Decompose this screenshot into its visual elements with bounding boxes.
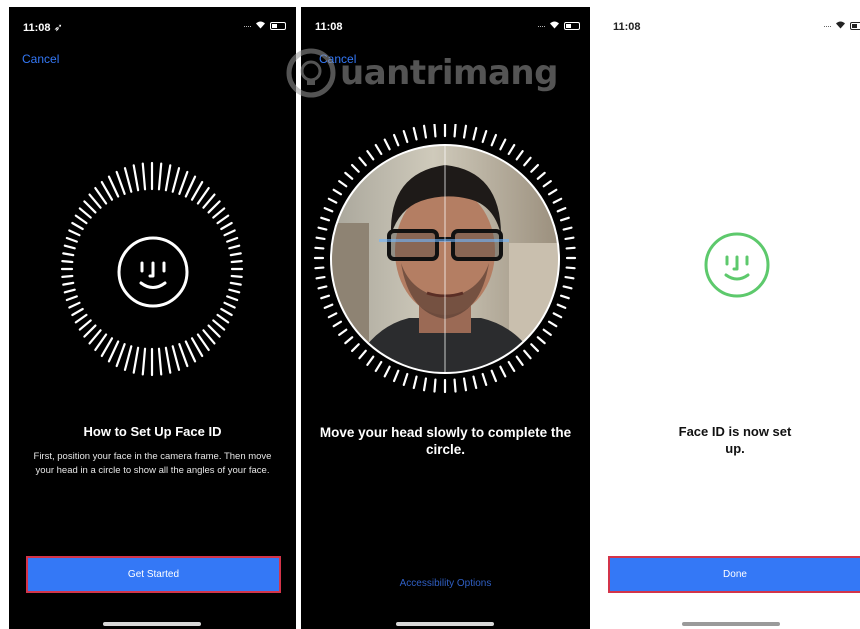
battery-icon	[850, 21, 860, 30]
panel-divider	[296, 7, 301, 629]
status-time: 11:08	[315, 21, 343, 33]
cancel-button[interactable]: Cancel	[22, 52, 59, 66]
get-started-button[interactable]: Get Started	[26, 556, 281, 593]
watermark-text: uantrimang	[340, 53, 558, 93]
status-icons: ····	[537, 20, 580, 31]
done-button[interactable]: Done	[608, 556, 860, 593]
page-title: How to Set Up Face ID	[83, 424, 222, 439]
status-icons: ····	[823, 20, 860, 31]
screen-face-id-intro: 11:08 ➶ ···· Cancel How to Set Up Face I…	[9, 7, 296, 629]
signal-icon: ····	[243, 20, 252, 31]
wifi-icon	[835, 20, 846, 31]
home-indicator	[103, 622, 201, 626]
home-indicator	[396, 622, 494, 626]
accessibility-options-link[interactable]: Accessibility Options	[301, 578, 590, 589]
screen-face-scan: 11:08 ···· Cancel Move your head slowly …	[301, 7, 590, 629]
instruction-text: First, position your face in the camera …	[33, 451, 272, 476]
page-title: Face ID is now set up.	[678, 424, 792, 456]
home-indicator	[682, 622, 780, 626]
wifi-icon	[255, 20, 266, 31]
status-icons: ····	[243, 20, 286, 31]
watermark: uantrimang	[286, 48, 558, 98]
wifi-icon	[549, 20, 560, 31]
page-title: Move your head slowly to complete the ci…	[319, 425, 572, 457]
screen-face-id-complete: 11:08 ···· Face ID is now set up. Done	[596, 7, 860, 629]
signal-icon: ····	[537, 20, 546, 31]
camera-face-preview	[330, 144, 560, 374]
face-id-success-icon	[704, 232, 770, 298]
signal-icon: ····	[823, 20, 832, 31]
battery-icon	[270, 21, 286, 30]
status-time: 11:08 ➶	[23, 22, 63, 34]
status-time: 11:08	[613, 21, 641, 33]
lightbulb-logo-icon	[286, 48, 336, 98]
battery-icon	[564, 21, 580, 30]
face-id-icon	[117, 236, 189, 308]
